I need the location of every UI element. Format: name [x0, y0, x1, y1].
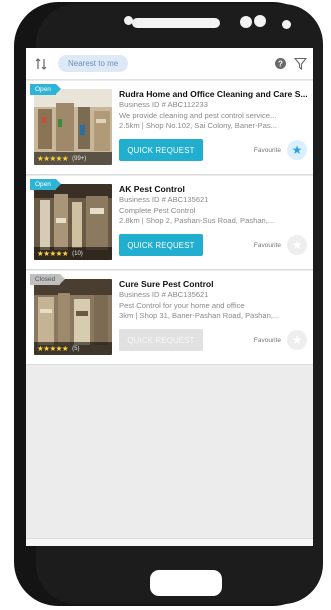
rating-count: (99+) — [72, 155, 87, 162]
listing-actions: QUICK REQUEST Favourite ★ — [119, 234, 307, 256]
business-id: Business ID # ABC112233 — [119, 100, 208, 109]
favourite-label: Favourite — [253, 336, 281, 344]
favourite-label: Favourite — [253, 146, 281, 154]
business-id: Business ID # ABC135621 — [119, 290, 209, 299]
listing-card[interactable]: Closed ★★★★★ (5) Cure Sure Pest Control … — [26, 271, 313, 365]
listing-distance-address: 2.5km | Shop No.102, Sai Colony, Baner-P… — [119, 121, 278, 130]
listing-card[interactable]: Open ★★★★★ (99+) Rudra Home and Office C… — [26, 81, 313, 175]
listing-title[interactable]: Cure Sure Pest Control — [119, 279, 308, 290]
rating-count: (5) — [72, 345, 80, 352]
rating-stars: ★★★★★ — [37, 249, 69, 258]
bottom-strip — [26, 538, 313, 546]
listing-description: Pest Control for your home and office — [119, 300, 245, 310]
listing-actions: QUICK REQUEST Favourite ★ — [119, 139, 307, 161]
listing-card[interactable]: Open ★★★★★ (10) AK Pest Control Business… — [26, 176, 313, 270]
listing-thumbnail: ★★★★★ (10) — [34, 184, 112, 260]
listing-distance-address: 2.8km | Shop 2, Pashan-Sus Road, Pashan,… — [119, 216, 275, 225]
listing-actions: QUICK REQUEST Favourite ★ — [119, 329, 307, 351]
front-sensor — [240, 16, 252, 28]
question-circle-icon[interactable]: ? — [273, 57, 287, 71]
listing-thumbnail: ★★★★★ (99+) — [34, 89, 112, 165]
nearest-filter-chip[interactable]: Nearest to me — [58, 55, 129, 72]
top-filter-bar: Nearest to me ? — [26, 48, 313, 80]
rating-count: (10) — [72, 250, 83, 257]
listing-info: AK Pest Control Business ID # ABC135621 … — [119, 184, 308, 227]
listing-info: Rudra Home and Office Cleaning and Care … — [119, 89, 308, 132]
star-icon[interactable]: ★ — [287, 235, 307, 255]
listing-title[interactable]: AK Pest Control — [119, 184, 308, 195]
listing-description: We provide cleaning and pest control ser… — [119, 110, 277, 120]
home-button[interactable] — [150, 570, 222, 596]
listing-title[interactable]: Rudra Home and Office Cleaning and Care … — [119, 89, 308, 100]
rating-stars: ★★★★★ — [37, 154, 69, 163]
quick-request-button[interactable]: QUICK REQUEST — [119, 234, 203, 256]
listing-description: Complete Pest Control — [119, 205, 196, 215]
quick-request-button[interactable]: QUICK REQUEST — [119, 139, 203, 161]
rating-bar: ★★★★★ (99+) — [34, 152, 112, 165]
quick-request-button: QUICK REQUEST — [119, 329, 203, 351]
filter-funnel-icon[interactable] — [293, 57, 307, 71]
rating-bar: ★★★★★ (10) — [34, 247, 112, 260]
rating-stars: ★★★★★ — [37, 344, 69, 353]
svg-text:?: ? — [278, 59, 283, 68]
favourite-label: Favourite — [253, 241, 281, 249]
listing-distance-address: 3km | Shop 31, Baner-Pashan Road, Pashan… — [119, 311, 280, 320]
light-sensor — [282, 20, 291, 29]
front-camera — [254, 15, 266, 27]
status-badge: Open — [30, 84, 61, 95]
rating-bar: ★★★★★ (5) — [34, 342, 112, 355]
star-icon[interactable]: ★ — [287, 330, 307, 350]
status-badge: Closed — [30, 274, 66, 285]
listing-info: Cure Sure Pest Control Business ID # ABC… — [119, 279, 308, 322]
app-screen: Nearest to me ? Open ★★★★★ (99+) Rudra H… — [26, 48, 313, 546]
business-id: Business ID # ABC135621 — [119, 195, 209, 204]
listing-thumbnail: ★★★★★ (5) — [34, 279, 112, 355]
star-icon[interactable]: ★ — [287, 140, 307, 160]
sort-icon[interactable] — [34, 57, 48, 71]
status-badge: Open — [30, 179, 61, 190]
earpiece-speaker — [132, 18, 220, 28]
